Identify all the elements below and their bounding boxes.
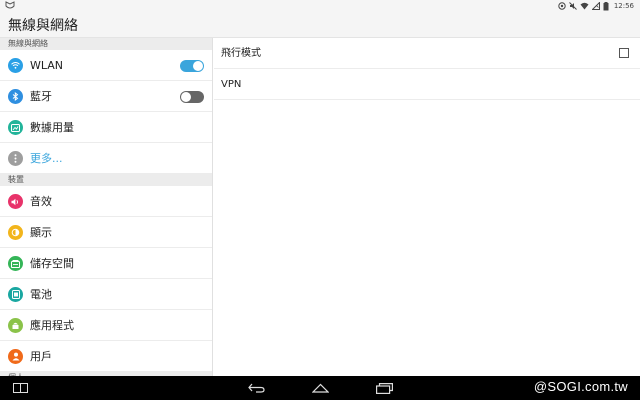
back-icon[interactable] <box>247 381 265 395</box>
settings-item-label: 用戶 <box>30 350 52 363</box>
watermark: @SOGI.com.tw <box>533 379 628 394</box>
settings-item-label: 數據用量 <box>30 121 74 134</box>
toggle-knob <box>181 92 191 102</box>
navigation-bar: @SOGI.com.tw <box>0 376 640 400</box>
settings-item-bluetooth[interactable]: 藍牙 <box>0 81 212 112</box>
setting-label: VPN <box>221 79 242 90</box>
settings-item-label: 藍牙 <box>30 90 52 103</box>
overview-icon[interactable] <box>375 381 393 395</box>
bluetooth-icon <box>8 89 23 104</box>
settings-screen: 12:56 無線與網絡 無線與網絡 WLAN 藍牙 數據用量 更多... 裝置 … <box>0 0 640 400</box>
settings-item-battery[interactable]: 電池 <box>0 279 212 310</box>
settings-item-more[interactable]: 更多... <box>0 143 212 174</box>
display-icon <box>8 225 23 240</box>
more-icon <box>8 151 23 166</box>
battery-icon <box>8 287 23 302</box>
section-header-device: 裝置 <box>0 174 212 186</box>
settings-item-apps[interactable]: 應用程式 <box>0 310 212 341</box>
notification-shield-icon <box>5 1 15 9</box>
status-icons: 12:56 <box>558 0 634 12</box>
settings-item-wlan[interactable]: WLAN <box>0 50 212 81</box>
page-title: 無線與網絡 <box>8 18 78 34</box>
recent-apps-icon[interactable] <box>12 381 28 395</box>
wifi-icon <box>8 58 23 73</box>
settings-item-label: 音效 <box>30 195 52 208</box>
storage-icon <box>8 256 23 271</box>
bluetooth-toggle[interactable] <box>180 91 204 103</box>
settings-item-label: 更多... <box>30 152 63 165</box>
sound-icon <box>8 194 23 209</box>
apps-icon <box>8 318 23 333</box>
setting-airplane-mode[interactable]: 飛行模式 <box>214 38 640 69</box>
settings-item-sound[interactable]: 音效 <box>0 186 212 217</box>
settings-item-label: WLAN <box>30 59 64 72</box>
settings-item-users[interactable]: 用戶 <box>0 341 212 372</box>
data-usage-icon <box>8 120 23 135</box>
home-icon[interactable] <box>311 381 329 395</box>
settings-item-label: 顯示 <box>30 226 52 239</box>
setting-label: 飛行模式 <box>221 48 261 59</box>
settings-item-display[interactable]: 顯示 <box>0 217 212 248</box>
toggle-knob <box>193 61 203 71</box>
setting-vpn[interactable]: VPN <box>214 69 640 100</box>
status-bar: 12:56 <box>0 0 640 12</box>
settings-item-label: 應用程式 <box>30 319 74 332</box>
settings-category-list[interactable]: 無線與網絡 WLAN 藍牙 數據用量 更多... 裝置 音效 顯示 儲存空間 電… <box>0 38 213 376</box>
airplane-mode-checkbox[interactable] <box>619 48 629 58</box>
wifi-icon <box>580 2 589 10</box>
location-icon <box>558 2 566 10</box>
clock: 12:56 <box>613 2 634 10</box>
settings-detail-panel: 飛行模式 VPN <box>214 38 640 376</box>
action-bar: 無線與網絡 <box>0 12 640 38</box>
no-sim-icon <box>591 2 600 10</box>
mute-icon <box>568 2 577 10</box>
user-icon <box>8 349 23 364</box>
wlan-toggle[interactable] <box>180 60 204 72</box>
settings-item-label: 儲存空間 <box>30 257 74 270</box>
section-header-wireless: 無線與網絡 <box>0 38 212 50</box>
settings-item-label: 電池 <box>30 288 52 301</box>
settings-item-data-usage[interactable]: 數據用量 <box>0 112 212 143</box>
battery-icon <box>603 1 609 10</box>
settings-item-storage[interactable]: 儲存空間 <box>0 248 212 279</box>
